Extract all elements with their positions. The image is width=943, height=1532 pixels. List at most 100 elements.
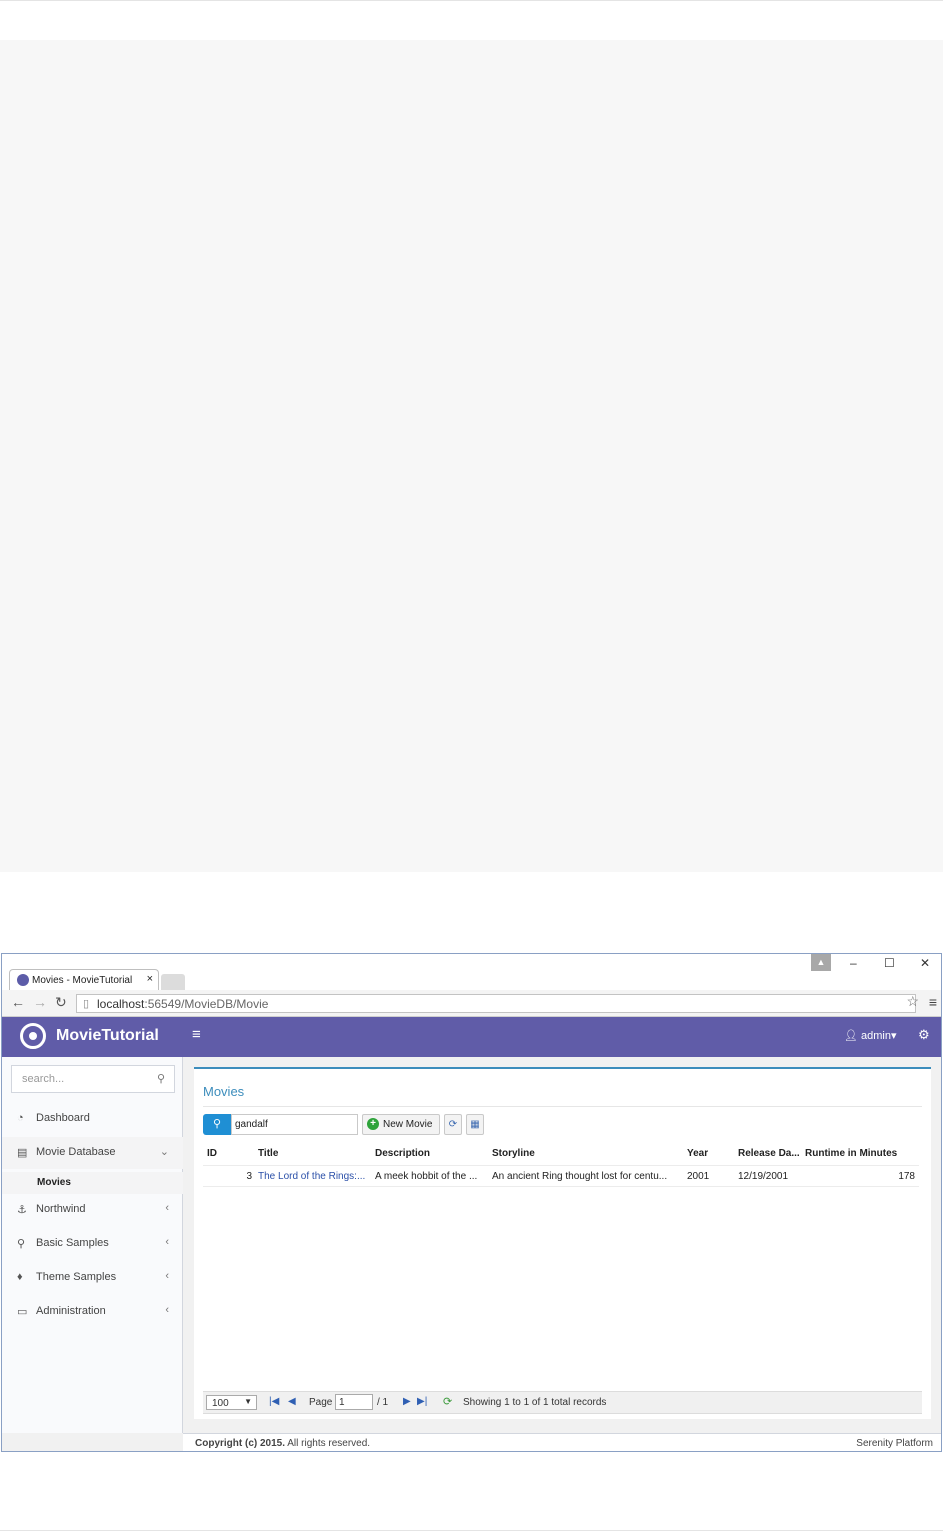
back-icon[interactable]: ← <box>11 994 25 1010</box>
dropdown-arrow-icon: ▼ <box>244 1397 252 1406</box>
title-divider <box>203 1106 922 1107</box>
minimize-button[interactable]: – <box>850 956 857 970</box>
first-page-icon[interactable]: |◀ <box>269 1396 279 1407</box>
desktop-icon: ▭ <box>17 1306 28 1318</box>
previous-page-icon[interactable]: ◀ <box>288 1396 296 1407</box>
table-row[interactable]: 3 The Lord of the Rings:... A meek hobbi… <box>203 1165 919 1187</box>
column-header-runtime[interactable]: Runtime in Minutes <box>805 1148 897 1159</box>
page-size-select[interactable]: 100 ▼ <box>206 1395 257 1410</box>
copyright-text: Copyright (c) 2015. All rights reserved. <box>195 1438 370 1449</box>
anchor-icon: ⚓︎ <box>17 1204 27 1216</box>
quick-search-button[interactable]: ⚲ <box>203 1114 231 1135</box>
cell-title-link[interactable]: The Lord of the Rings:... <box>258 1171 370 1182</box>
sidebar-item-basic-samples[interactable]: ⚲ Basic Samples ‹ <box>2 1228 183 1260</box>
bookmark-star-icon[interactable]: ☆ <box>906 993 919 1010</box>
sidebar-item-label: Movie Database <box>36 1146 116 1158</box>
search-icon: ⚲ <box>156 1073 165 1085</box>
chevron-left-icon: ‹ <box>165 1304 169 1316</box>
cell-release-date: 12/19/2001 <box>738 1171 789 1182</box>
sidebar-toggle-icon[interactable]: ≡ <box>192 1026 201 1043</box>
forward-icon[interactable]: → <box>33 994 47 1010</box>
film-icon: ▤ <box>17 1147 28 1159</box>
settings-cogs-icon[interactable]: ⚙ <box>918 1027 930 1043</box>
search-placeholder: search... <box>22 1073 65 1085</box>
browser-tab[interactable]: Movies - MovieTutorial × <box>9 969 159 991</box>
quick-search-input[interactable]: gandalf <box>231 1114 358 1135</box>
caret-down-icon: ▾ <box>891 1030 897 1042</box>
movies-grid-panel: Movies ⚲ gandalf + New Movie ⟳ ▦ ID Titl… <box>194 1067 931 1419</box>
new-movie-button[interactable]: + New Movie <box>362 1114 440 1135</box>
column-picker-button[interactable]: ▦ <box>466 1114 484 1135</box>
search-icon: ⚲ <box>212 1118 222 1130</box>
copyright-rest: All rights reserved. <box>285 1438 371 1449</box>
new-tab-button[interactable] <box>161 974 185 990</box>
pager-status: Showing 1 to 1 of 1 total records <box>463 1397 607 1408</box>
new-movie-label: New Movie <box>383 1119 433 1130</box>
browser-window: Movies - MovieTutorial × ▲ – ☐ ✕ ← → ↻ ▯… <box>1 953 942 1452</box>
sidebar-subitem-movies[interactable]: Movies <box>2 1172 183 1194</box>
chevron-left-icon: ‹ <box>165 1202 169 1214</box>
page-size-value: 100 <box>212 1398 229 1409</box>
profile-icon[interactable]: ▲ <box>811 954 831 971</box>
page-icon: ▯ <box>83 998 90 1010</box>
column-header-title[interactable]: Title <box>258 1148 278 1159</box>
magic-icon: ⚲ <box>17 1238 26 1250</box>
chevron-left-icon: ‹ <box>165 1236 169 1248</box>
brand-title[interactable]: MovieTutorial <box>56 1027 159 1045</box>
chevron-left-icon: ‹ <box>165 1270 169 1282</box>
pager-refresh-icon[interactable]: ⟳ <box>443 1395 452 1408</box>
dashboard-icon: ◔ <box>17 1112 24 1124</box>
app-footer: Copyright (c) 2015. All rights reserved.… <box>183 1433 941 1451</box>
favicon-icon <box>17 974 29 986</box>
sidebar-item-dashboard[interactable]: ◔ Dashboard <box>2 1103 183 1135</box>
close-window-button[interactable]: ✕ <box>920 956 930 970</box>
quick-search-value: gandalf <box>235 1119 268 1130</box>
cell-description: A meek hobbit of the ... <box>375 1171 478 1182</box>
column-header-id[interactable]: ID <box>207 1148 217 1159</box>
browser-titlebar: Movies - MovieTutorial × ▲ – ☐ ✕ <box>2 954 941 991</box>
sidebar-item-label: Dashboard <box>36 1112 90 1124</box>
sidebar-item-label: Theme Samples <box>36 1271 117 1283</box>
user-menu[interactable]: 👤︎ admin▾ <box>844 1029 897 1042</box>
next-page-icon[interactable]: ▶ <box>403 1396 411 1407</box>
maximize-button[interactable]: ☐ <box>884 956 895 970</box>
column-header-description[interactable]: Description <box>375 1148 430 1159</box>
app-header: MovieTutorial ≡ 👤︎ admin▾ ⚙ <box>2 1017 941 1057</box>
page-number-value: 1 <box>339 1397 345 1408</box>
column-header-release-date[interactable]: Release Da... <box>738 1148 800 1159</box>
refresh-grid-button[interactable]: ⟳ <box>444 1114 462 1135</box>
sidebar-item-movie-database[interactable]: ▤ Movie Database ⌄ <box>2 1137 183 1169</box>
column-header-storyline[interactable]: Storyline <box>492 1148 535 1159</box>
tab-close-icon[interactable]: × <box>147 973 153 985</box>
sidebar-item-administration[interactable]: ▭ Administration ‹ <box>2 1296 183 1328</box>
page-total: / 1 <box>377 1397 389 1408</box>
column-header-year[interactable]: Year <box>687 1148 708 1159</box>
sidebar-subitem-label: Movies <box>37 1177 71 1188</box>
cell-storyline: An ancient Ring thought lost for centu..… <box>492 1171 668 1182</box>
sidebar-item-northwind[interactable]: ⚓︎ Northwind ‹ <box>2 1194 183 1226</box>
sidebar: search... ⚲ ◔ Dashboard ▤ Movie Database… <box>2 1057 183 1433</box>
page-title: Movies <box>203 1084 245 1099</box>
page-number-input[interactable]: 1 <box>335 1394 373 1410</box>
tab-title: Movies - MovieTutorial <box>32 975 133 986</box>
bottom-rule <box>0 1530 943 1531</box>
url-path: :56549/MovieDB/Movie <box>144 997 269 1011</box>
sidebar-item-label: Administration <box>36 1305 106 1317</box>
brand-logo-icon <box>20 1023 46 1049</box>
sidebar-item-label: Northwind <box>36 1203 86 1215</box>
platform-text: Serenity Platform <box>856 1438 933 1449</box>
browser-menu-icon[interactable]: ≡ <box>929 994 937 1010</box>
copyright-bold: Copyright (c) 2015. <box>195 1438 286 1449</box>
last-page-icon[interactable]: ▶| <box>417 1396 427 1407</box>
cell-runtime: 178 <box>898 1171 915 1182</box>
top-rule <box>0 0 943 1</box>
chevron-down-icon: ⌄ <box>159 1146 169 1158</box>
refresh-icon: ⟳ <box>448 1119 458 1130</box>
grid-header-row: ID Title Description Storyline Year Rele… <box>203 1143 919 1164</box>
sidebar-search-input[interactable]: search... ⚲ <box>11 1065 175 1093</box>
url-field[interactable]: ▯ localhost:56549/MovieDB/Movie <box>76 994 916 1013</box>
reload-icon[interactable]: ↻ <box>55 994 67 1011</box>
cell-year: 2001 <box>687 1171 710 1182</box>
address-bar: ← → ↻ ▯ localhost:56549/MovieDB/Movie ☆ … <box>2 990 941 1017</box>
sidebar-item-theme-samples[interactable]: ♦ Theme Samples ‹ <box>2 1262 183 1294</box>
